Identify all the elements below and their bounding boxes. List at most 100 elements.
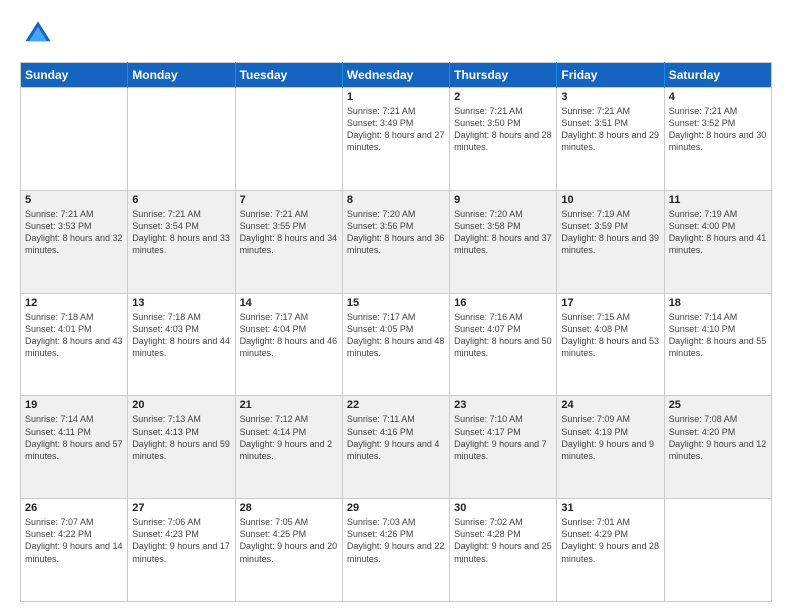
calendar-cell: 2Sunrise: 7:21 AM Sunset: 3:50 PM Daylig… bbox=[450, 88, 557, 191]
calendar-cell: 25 Sunrise: 7:08 AM Sunset: 4:20 PM Dayli… bbox=[664, 396, 771, 499]
cell-info: Sunrise: 7:11 AM Sunset: 4:16 PM Dayligh… bbox=[347, 413, 445, 462]
calendar-cell bbox=[21, 88, 128, 191]
cell-info: Sunrise: 7:21 AM Sunset: 3:54 PM Dayligh… bbox=[132, 208, 230, 257]
calendar-cell: 31 Sunrise: 7:01 AM Sunset: 4:29 PM Dayli… bbox=[557, 499, 664, 602]
weekday-header-wednesday: Wednesday bbox=[342, 63, 449, 88]
cell-info: Sunrise: 7:21 AM Sunset: 3:55 PM Dayligh… bbox=[240, 208, 338, 257]
calendar-cell: 13 Sunrise: 7:18 AM Sunset: 4:03 PM Dayli… bbox=[128, 293, 235, 396]
cell-day-number: 27 bbox=[132, 502, 230, 514]
calendar-cell: 8Sunrise: 7:20 AM Sunset: 3:56 PM Daylig… bbox=[342, 190, 449, 293]
calendar-cell: 7 Sunrise: 7:21 AM Sunset: 3:55 PM Daylig… bbox=[235, 190, 342, 293]
cell-info: Sunrise: 7:02 AM Sunset: 4:28 PM Dayligh… bbox=[454, 516, 552, 565]
calendar-cell: 16Sunrise: 7:16 AM Sunset: 4:07 PM Dayli… bbox=[450, 293, 557, 396]
cell-day-number: 7 bbox=[240, 194, 338, 206]
cell-info: Sunrise: 7:08 AM Sunset: 4:20 PM Dayligh… bbox=[669, 413, 767, 462]
calendar-cell: 26 Sunrise: 7:07 AM Sunset: 4:22 PM Dayli… bbox=[21, 499, 128, 602]
calendar-cell: 3 Sunrise: 7:21 AM Sunset: 3:51 PM Daylig… bbox=[557, 88, 664, 191]
cell-day-number: 1 bbox=[347, 91, 445, 103]
cell-info: Sunrise: 7:14 AM Sunset: 4:10 PM Dayligh… bbox=[669, 311, 767, 360]
calendar-cell: 1Sunrise: 7:21 AM Sunset: 3:49 PM Daylig… bbox=[342, 88, 449, 191]
calendar-cell: 22Sunrise: 7:11 AM Sunset: 4:16 PM Dayli… bbox=[342, 396, 449, 499]
calendar-body: 1Sunrise: 7:21 AM Sunset: 3:49 PM Daylig… bbox=[21, 88, 772, 602]
cell-day-number: 5 bbox=[25, 194, 123, 206]
page: SundayMondayTuesdayWednesdayThursdayFrid… bbox=[0, 0, 792, 612]
calendar-cell: 5 Sunrise: 7:21 AM Sunset: 3:53 PM Daylig… bbox=[21, 190, 128, 293]
calendar-week-row: 26 Sunrise: 7:07 AM Sunset: 4:22 PM Dayli… bbox=[21, 499, 772, 602]
cell-info: Sunrise: 7:15 AM Sunset: 4:08 PM Dayligh… bbox=[561, 311, 659, 360]
cell-day-number: 13 bbox=[132, 297, 230, 309]
cell-day-number: 29 bbox=[347, 502, 445, 514]
cell-day-number: 31 bbox=[561, 502, 659, 514]
calendar-cell: 27 Sunrise: 7:06 AM Sunset: 4:23 PM Dayli… bbox=[128, 499, 235, 602]
weekday-header-tuesday: Tuesday bbox=[235, 63, 342, 88]
calendar-cell: 24 Sunrise: 7:09 AM Sunset: 4:19 PM Dayli… bbox=[557, 396, 664, 499]
cell-day-number: 14 bbox=[240, 297, 338, 309]
weekday-header-saturday: Saturday bbox=[664, 63, 771, 88]
calendar-cell: 17 Sunrise: 7:15 AM Sunset: 4:08 PM Dayli… bbox=[557, 293, 664, 396]
logo-icon bbox=[20, 16, 56, 52]
weekday-header-friday: Friday bbox=[557, 63, 664, 88]
calendar-cell bbox=[128, 88, 235, 191]
calendar-cell: 14Sunrise: 7:17 AM Sunset: 4:04 PM Dayli… bbox=[235, 293, 342, 396]
cell-info: Sunrise: 7:19 AM Sunset: 3:59 PM Dayligh… bbox=[561, 208, 659, 257]
cell-info: Sunrise: 7:18 AM Sunset: 4:03 PM Dayligh… bbox=[132, 311, 230, 360]
calendar-cell: 9 Sunrise: 7:20 AM Sunset: 3:58 PM Daylig… bbox=[450, 190, 557, 293]
cell-day-number: 10 bbox=[561, 194, 659, 206]
calendar-cell: 28Sunrise: 7:05 AM Sunset: 4:25 PM Dayli… bbox=[235, 499, 342, 602]
calendar-week-row: 19 Sunrise: 7:14 AM Sunset: 4:11 PM Dayli… bbox=[21, 396, 772, 499]
cell-info: Sunrise: 7:03 AM Sunset: 4:26 PM Dayligh… bbox=[347, 516, 445, 565]
weekday-header-thursday: Thursday bbox=[450, 63, 557, 88]
cell-day-number: 8 bbox=[347, 194, 445, 206]
cell-day-number: 23 bbox=[454, 399, 552, 411]
calendar-header: SundayMondayTuesdayWednesdayThursdayFrid… bbox=[21, 63, 772, 88]
calendar-week-row: 5 Sunrise: 7:21 AM Sunset: 3:53 PM Daylig… bbox=[21, 190, 772, 293]
cell-day-number: 30 bbox=[454, 502, 552, 514]
cell-day-number: 20 bbox=[132, 399, 230, 411]
cell-day-number: 9 bbox=[454, 194, 552, 206]
cell-day-number: 25 bbox=[669, 399, 767, 411]
calendar-cell: 23 Sunrise: 7:10 AM Sunset: 4:17 PM Dayli… bbox=[450, 396, 557, 499]
calendar-table: SundayMondayTuesdayWednesdayThursdayFrid… bbox=[20, 62, 772, 602]
calendar-cell: 10 Sunrise: 7:19 AM Sunset: 3:59 PM Dayli… bbox=[557, 190, 664, 293]
calendar-cell: 21Sunrise: 7:12 AM Sunset: 4:14 PM Dayli… bbox=[235, 396, 342, 499]
cell-info: Sunrise: 7:07 AM Sunset: 4:22 PM Dayligh… bbox=[25, 516, 123, 565]
header bbox=[20, 16, 772, 52]
cell-day-number: 12 bbox=[25, 297, 123, 309]
weekday-header-sunday: Sunday bbox=[21, 63, 128, 88]
cell-info: Sunrise: 7:10 AM Sunset: 4:17 PM Dayligh… bbox=[454, 413, 552, 462]
cell-info: Sunrise: 7:01 AM Sunset: 4:29 PM Dayligh… bbox=[561, 516, 659, 565]
cell-day-number: 28 bbox=[240, 502, 338, 514]
cell-info: Sunrise: 7:21 AM Sunset: 3:50 PM Dayligh… bbox=[454, 105, 552, 154]
logo bbox=[20, 16, 60, 52]
cell-day-number: 16 bbox=[454, 297, 552, 309]
cell-day-number: 18 bbox=[669, 297, 767, 309]
cell-info: Sunrise: 7:17 AM Sunset: 4:05 PM Dayligh… bbox=[347, 311, 445, 360]
cell-info: Sunrise: 7:06 AM Sunset: 4:23 PM Dayligh… bbox=[132, 516, 230, 565]
cell-day-number: 4 bbox=[669, 91, 767, 103]
cell-day-number: 6 bbox=[132, 194, 230, 206]
cell-info: Sunrise: 7:13 AM Sunset: 4:13 PM Dayligh… bbox=[132, 413, 230, 462]
calendar-cell: 20 Sunrise: 7:13 AM Sunset: 4:13 PM Dayli… bbox=[128, 396, 235, 499]
cell-info: Sunrise: 7:09 AM Sunset: 4:19 PM Dayligh… bbox=[561, 413, 659, 462]
calendar-cell: 30 Sunrise: 7:02 AM Sunset: 4:28 PM Dayli… bbox=[450, 499, 557, 602]
cell-info: Sunrise: 7:21 AM Sunset: 3:52 PM Dayligh… bbox=[669, 105, 767, 154]
calendar-cell: 12 Sunrise: 7:18 AM Sunset: 4:01 PM Dayli… bbox=[21, 293, 128, 396]
cell-day-number: 3 bbox=[561, 91, 659, 103]
cell-day-number: 17 bbox=[561, 297, 659, 309]
cell-info: Sunrise: 7:18 AM Sunset: 4:01 PM Dayligh… bbox=[25, 311, 123, 360]
calendar-cell: 11 Sunrise: 7:19 AM Sunset: 4:00 PM Dayli… bbox=[664, 190, 771, 293]
cell-info: Sunrise: 7:21 AM Sunset: 3:51 PM Dayligh… bbox=[561, 105, 659, 154]
weekday-header-monday: Monday bbox=[128, 63, 235, 88]
cell-info: Sunrise: 7:21 AM Sunset: 3:53 PM Dayligh… bbox=[25, 208, 123, 257]
calendar-cell: 18 Sunrise: 7:14 AM Sunset: 4:10 PM Dayli… bbox=[664, 293, 771, 396]
cell-info: Sunrise: 7:20 AM Sunset: 3:58 PM Dayligh… bbox=[454, 208, 552, 257]
cell-day-number: 24 bbox=[561, 399, 659, 411]
cell-day-number: 11 bbox=[669, 194, 767, 206]
cell-day-number: 26 bbox=[25, 502, 123, 514]
cell-info: Sunrise: 7:19 AM Sunset: 4:00 PM Dayligh… bbox=[669, 208, 767, 257]
cell-info: Sunrise: 7:14 AM Sunset: 4:11 PM Dayligh… bbox=[25, 413, 123, 462]
calendar-week-row: 1Sunrise: 7:21 AM Sunset: 3:49 PM Daylig… bbox=[21, 88, 772, 191]
calendar-cell: 15 Sunrise: 7:17 AM Sunset: 4:05 PM Dayli… bbox=[342, 293, 449, 396]
cell-day-number: 15 bbox=[347, 297, 445, 309]
cell-day-number: 19 bbox=[25, 399, 123, 411]
